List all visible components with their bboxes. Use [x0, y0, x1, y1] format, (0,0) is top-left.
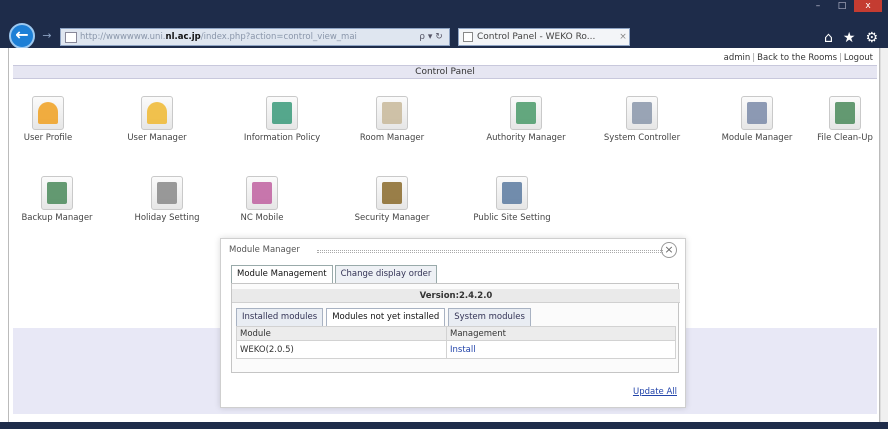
user-manager-icon[interactable]	[141, 96, 173, 130]
close-window-button[interactable]: x	[854, 0, 882, 12]
dialog-tabs: Module Management Change display order	[231, 265, 439, 283]
panel-item-label: Backup Manager	[21, 213, 93, 223]
panel-item-label: Room Manager	[359, 133, 425, 143]
maximize-button[interactable]: □	[830, 0, 854, 12]
panel-item-label: User Profile	[23, 133, 73, 143]
holiday-setting-icon[interactable]	[151, 176, 183, 210]
url-text[interactable]: http://wwwwww.uni.nl.ac.jp/index.php?act…	[80, 32, 413, 42]
tab-system-modules[interactable]: System modules	[448, 308, 531, 326]
panel-item-system-controller[interactable]: System Controller	[587, 96, 697, 143]
tab-module-management[interactable]: Module Management	[231, 265, 333, 283]
module-sub-tabs: Installed modules Modules not yet instal…	[236, 308, 534, 326]
tab-favicon-icon	[463, 32, 473, 42]
address-bar[interactable]: http://wwwwww.uni.nl.ac.jp/index.php?act…	[60, 28, 450, 46]
file-cleanup-icon[interactable]	[829, 96, 861, 130]
panel-item-label: Module Manager	[721, 133, 793, 143]
module-manager-dialog: Module Manager × Module Management Chang…	[220, 238, 686, 408]
browser-nav-row: ← → http://wwwwww.uni.nl.ac.jp/index.php…	[0, 14, 888, 49]
install-link[interactable]: Install	[446, 340, 676, 359]
window-controls: – □ x	[806, 0, 882, 12]
vertical-scrollbar[interactable]	[880, 48, 888, 422]
version-label: Version:2.4.2.0	[232, 289, 680, 303]
settings-gear-icon[interactable]: ⚙	[865, 30, 878, 46]
tab-title: Control Panel - WEKO Ro...	[477, 32, 596, 42]
modules-table: Module Management WEKO(2.0.5) Install	[236, 326, 676, 359]
search-refresh-icons[interactable]: ρ ▾ ↻	[413, 32, 449, 42]
panel-item-authority-manager[interactable]: Authority Manager	[471, 96, 581, 143]
panel-item-security-manager[interactable]: Security Manager	[342, 176, 442, 223]
panel-item-user-profile[interactable]: User Profile	[12, 96, 84, 143]
backup-manager-icon[interactable]	[41, 176, 73, 210]
dialog-body: Version:2.4.2.0 Installed modules Module…	[231, 283, 680, 373]
column-header-management: Management	[446, 326, 676, 341]
panel-item-module-manager[interactable]: Module Manager	[702, 96, 812, 143]
nc-mobile-icon[interactable]	[246, 176, 278, 210]
room-manager-icon[interactable]	[376, 96, 408, 130]
update-all-link[interactable]: Update All	[633, 387, 677, 397]
forward-button[interactable]: →	[40, 28, 54, 44]
browser-tools: ⌂ ★ ⚙	[824, 30, 878, 46]
top-links: admin | Back to the Rooms | Logout	[722, 53, 875, 63]
user-profile-icon[interactable]	[32, 96, 64, 130]
panel-item-label: Security Manager	[354, 213, 430, 223]
panel-item-label: Holiday Setting	[134, 213, 200, 223]
page-icon	[65, 31, 77, 43]
back-button[interactable]: ←	[9, 23, 35, 49]
home-icon[interactable]: ⌂	[824, 30, 833, 46]
dialog-drag-handle[interactable]	[317, 250, 663, 253]
logout-link[interactable]: Logout	[842, 53, 875, 63]
panel-item-label: NC Mobile	[240, 213, 284, 223]
panel-item-label: System Controller	[603, 133, 681, 143]
minimize-button[interactable]: –	[806, 0, 830, 12]
back-to-rooms-link[interactable]: Back to the Rooms	[755, 53, 839, 63]
window-bottom-edge	[0, 422, 888, 429]
public-site-setting-icon[interactable]	[496, 176, 528, 210]
favorites-icon[interactable]: ★	[843, 30, 856, 46]
panel-item-public-site-setting[interactable]: Public Site Setting	[462, 176, 562, 223]
tab-change-display-order[interactable]: Change display order	[334, 265, 438, 283]
module-manager-icon[interactable]	[741, 96, 773, 130]
table-row: WEKO(2.0.5) Install	[236, 340, 676, 359]
dialog-close-icon[interactable]: ×	[661, 242, 677, 258]
panel-item-backup-manager[interactable]: Backup Manager	[12, 176, 102, 223]
panel-item-label: Authority Manager	[486, 133, 566, 143]
panel-item-room-manager[interactable]: Room Manager	[342, 96, 442, 143]
panel-item-label: User Manager	[127, 133, 187, 143]
table-header-row: Module Management	[236, 326, 676, 341]
control-panel-header: Control Panel	[13, 65, 877, 79]
dialog-title: Module Manager	[229, 245, 300, 255]
panel-item-label: Public Site Setting	[473, 213, 551, 223]
system-controller-icon[interactable]	[626, 96, 658, 130]
panel-item-label: Information Policy	[243, 133, 321, 143]
admin-link[interactable]: admin	[722, 53, 753, 63]
browser-tab[interactable]: Control Panel - WEKO Ro... ×	[458, 28, 630, 46]
panel-item-label: File Clean-Up	[817, 133, 873, 143]
module-name-cell: WEKO(2.0.5)	[236, 340, 447, 359]
authority-manager-icon[interactable]	[510, 96, 542, 130]
panel-item-file-cleanup[interactable]: File Clean-Up	[809, 96, 881, 143]
tab-modules-not-installed[interactable]: Modules not yet installed	[326, 308, 446, 326]
column-header-module: Module	[236, 326, 447, 341]
panel-item-user-manager[interactable]: User Manager	[109, 96, 205, 143]
security-manager-icon[interactable]	[376, 176, 408, 210]
panel-item-nc-mobile[interactable]: NC Mobile	[226, 176, 298, 223]
panel-item-information-policy[interactable]: Information Policy	[226, 96, 338, 143]
tab-installed-modules[interactable]: Installed modules	[236, 308, 324, 326]
information-policy-icon[interactable]	[266, 96, 298, 130]
tab-close-icon[interactable]: ×	[617, 32, 629, 42]
panel-item-holiday-setting[interactable]: Holiday Setting	[127, 176, 207, 223]
